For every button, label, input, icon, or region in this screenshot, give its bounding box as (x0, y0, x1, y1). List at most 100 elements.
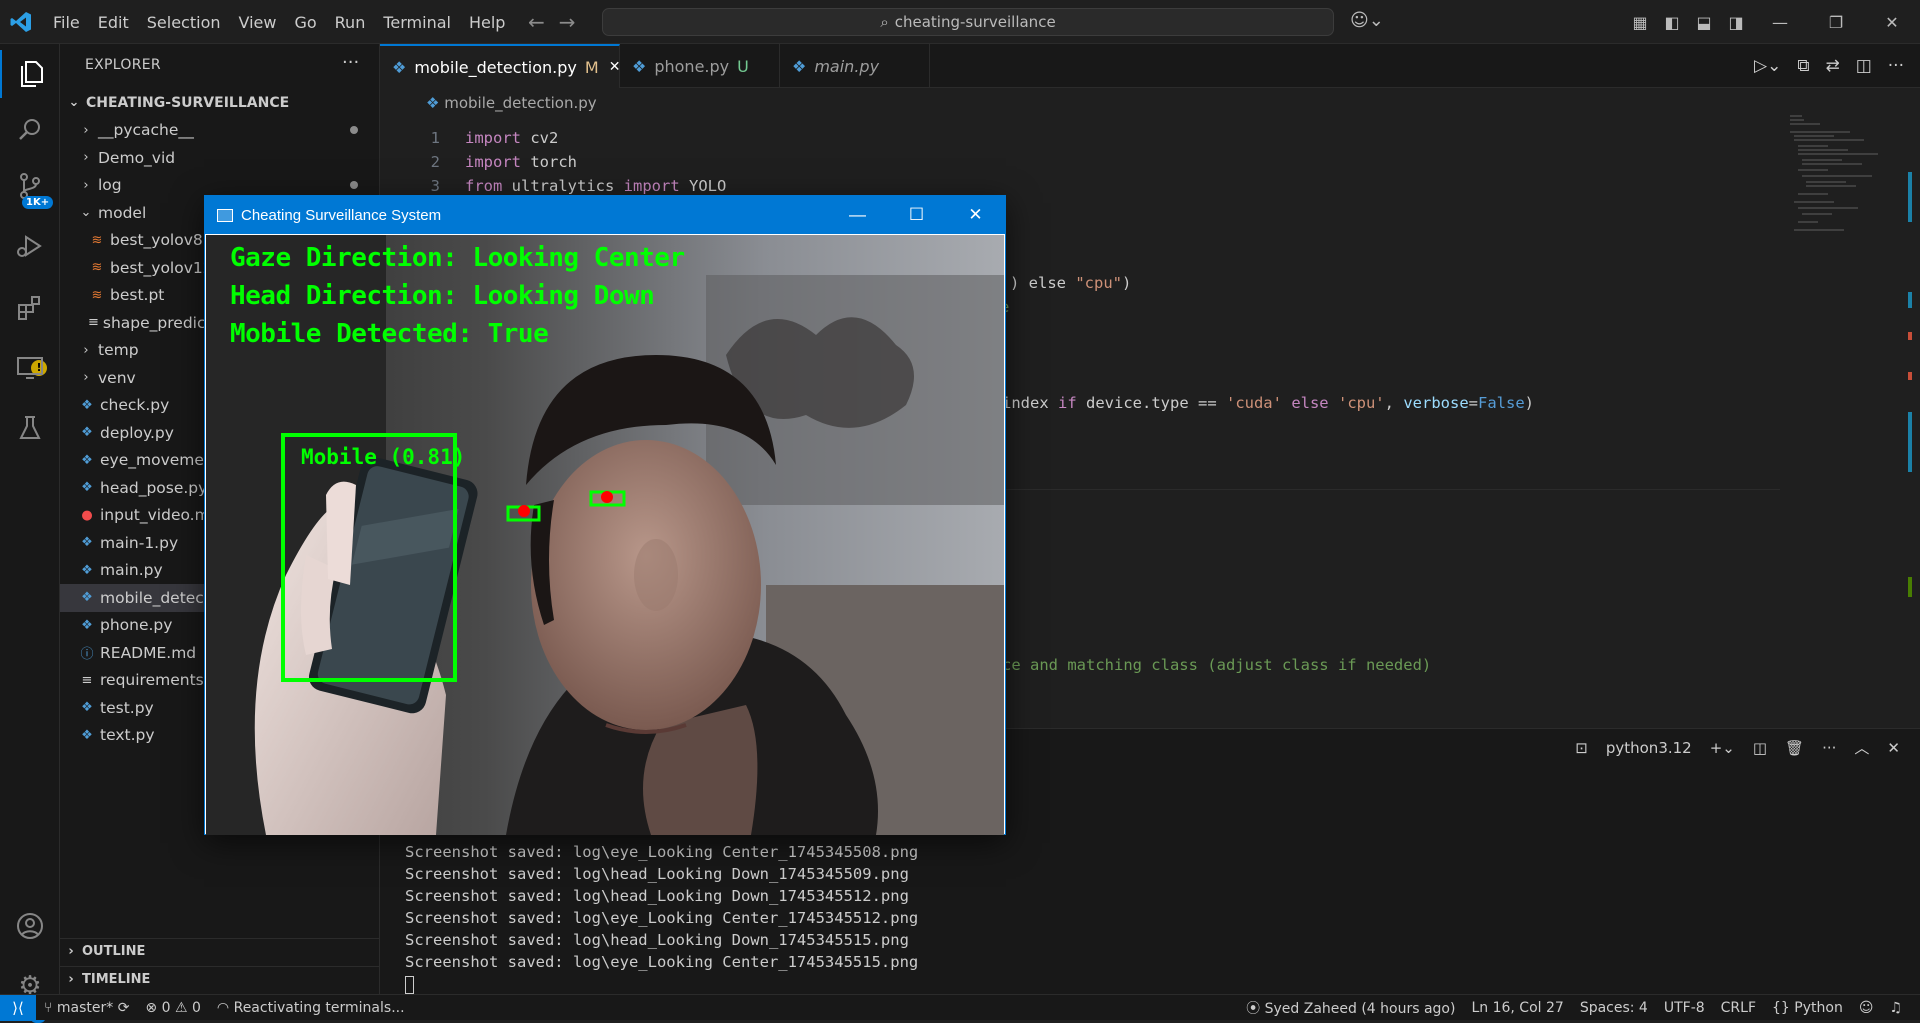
scm-badge: 1K+ (22, 196, 54, 209)
trash-icon[interactable]: 🗑 (1785, 739, 1804, 757)
close-panel-icon[interactable]: ✕ (1887, 739, 1900, 757)
split-editor-icon[interactable]: ◫ (1856, 56, 1872, 76)
mobile-detected-text: Mobile Detected: True (230, 319, 549, 349)
indentation[interactable]: Spaces: 4 (1572, 1000, 1656, 1016)
line-ending[interactable]: CRLF (1713, 1000, 1764, 1016)
terminal-output[interactable]: Screenshot saved: log\eye_Looking Center… (405, 841, 918, 995)
back-arrow-icon[interactable]: ← (528, 10, 545, 34)
explorer-item-label: deploy.py (100, 423, 174, 442)
menu-selection[interactable]: Selection (138, 13, 230, 32)
minimize-icon[interactable]: — (828, 196, 887, 234)
restore-icon[interactable]: ❐ (1808, 13, 1864, 32)
text-file-icon: ≡ (88, 315, 99, 331)
branch-icon: ⑂ (44, 999, 53, 1016)
command-center-search[interactable]: ⌕ cheating-surveillance (602, 8, 1334, 36)
workspace-root[interactable]: ⌄ CHEATING-SURVEILLANCE (60, 89, 380, 117)
terminal-line: Screenshot saved: log\eye_Looking Center… (405, 909, 919, 927)
left-pupil-marker (518, 505, 530, 517)
chevron-down-icon: ⌄ (80, 205, 92, 221)
encoding[interactable]: UTF-8 (1656, 1000, 1713, 1016)
toggle-panel-icon[interactable]: ⬓ (1688, 13, 1720, 32)
python-file-icon: ❖ (81, 452, 93, 468)
tab-phone[interactable]: ❖ phone.py U (620, 44, 780, 88)
menu-view[interactable]: View (230, 13, 286, 32)
menu-go[interactable]: Go (285, 13, 325, 32)
search-view-icon[interactable] (0, 106, 60, 154)
tab-bar: ❖ mobile_detection.py M ✕ ❖ phone.py U ❖… (380, 44, 1920, 88)
extensions-icon[interactable] (0, 284, 60, 332)
git-branch[interactable]: ⑂ master* ⟳ (36, 1000, 137, 1016)
remote-explorer-icon[interactable] (0, 344, 60, 392)
toggle-secondary-sidebar-icon[interactable]: ◨ (1720, 13, 1752, 32)
run-file-icon[interactable]: ▷⌄ (1754, 56, 1781, 76)
cheating-surveillance-window[interactable]: Cheating Surveillance System — ☐ ✕ Gaze … (204, 195, 1006, 835)
customize-layout-icon[interactable]: ▦ (1624, 13, 1656, 32)
modified-dot (350, 126, 358, 135)
search-icon: ⌕ (880, 13, 889, 31)
terminal-shell-name[interactable]: python3.12 (1606, 739, 1692, 757)
run-debug-icon[interactable] (0, 222, 60, 270)
keyword: import (465, 153, 521, 171)
toggle-sidebar-icon[interactable]: ◧ (1656, 13, 1688, 32)
language-mode[interactable]: {} Python (1764, 1000, 1851, 1016)
scroll-marker (1908, 577, 1912, 597)
python-file-icon: ❖ (632, 56, 647, 76)
close-tab-icon[interactable]: ✕ (609, 59, 621, 75)
new-terminal-icon[interactable]: +⌄ (1710, 739, 1735, 757)
explorer-item-label: main.py (100, 561, 163, 580)
code-text: cv2 (521, 129, 559, 147)
compare-icon[interactable]: ⇄ (1825, 56, 1839, 76)
outline-section[interactable]: › OUTLINE (60, 938, 380, 964)
close-icon[interactable]: ✕ (1864, 13, 1920, 32)
cv-window-titlebar[interactable]: Cheating Surveillance System — ☐ ✕ (205, 196, 1005, 234)
breadcrumb[interactable]: ❖ mobile_detection.py (426, 94, 597, 112)
chevron-right-icon: › (83, 342, 89, 358)
menu-terminal[interactable]: Terminal (374, 13, 460, 32)
minimap[interactable] (1780, 112, 1880, 242)
menu-help[interactable]: Help (460, 13, 514, 32)
explorer-item-label: README.md (100, 643, 197, 662)
copilot-status-icon[interactable]: ☺ (1851, 1000, 1882, 1016)
explorer-item[interactable]: › __pycache__ (60, 117, 380, 145)
explorer-item[interactable]: › Demo_vid (60, 144, 380, 172)
notifications-bell-icon[interactable]: ♫ (1881, 1000, 1910, 1016)
tab-mobile-detection[interactable]: ❖ mobile_detection.py M ✕ (380, 44, 620, 88)
status-right: ⦿ Syed Zaheed (4 hours ago) Ln 16, Col 2… (1238, 995, 1910, 1021)
timeline-section[interactable]: › TIMELINE (60, 966, 380, 992)
testing-icon[interactable] (0, 404, 60, 452)
copilot-icon[interactable]: ☺⌄ (1350, 10, 1384, 31)
explorer-icon[interactable] (0, 50, 60, 98)
more-actions-icon[interactable]: ··· (1888, 56, 1904, 76)
terminal-line: Screenshot saved: log\head_Looking Down_… (405, 865, 909, 883)
menu-edit[interactable]: Edit (89, 13, 138, 32)
forward-arrow-icon[interactable]: → (559, 10, 576, 34)
problems-indicator[interactable]: ⊗ 0 ⚠ 0 (137, 1000, 209, 1016)
python-file-icon: ❖ (426, 94, 440, 112)
maximize-panel-icon[interactable]: ︿ (1854, 737, 1869, 758)
close-icon[interactable]: ✕ (946, 196, 1005, 234)
remote-indicator-icon[interactable]: ⟩⟨ (0, 994, 36, 1021)
window-controls: ▦ ◧ ⬓ ◨ — ❐ ✕ (1624, 0, 1920, 44)
menu-run[interactable]: Run (326, 13, 375, 32)
error-count: 0 (161, 999, 171, 1016)
parameter: verbose (1403, 394, 1469, 412)
explorer-item-label: head_pose.py (100, 478, 208, 497)
cursor-position[interactable]: Ln 16, Col 27 (1463, 1000, 1571, 1016)
more-actions-icon[interactable]: ··· (342, 52, 359, 73)
git-blame[interactable]: ⦿ Syed Zaheed (4 hours ago) (1238, 998, 1463, 1018)
menu-file[interactable]: File (44, 13, 89, 32)
tab-main[interactable]: ❖ main.py (780, 44, 930, 88)
chevron-right-icon: › (83, 122, 89, 138)
accounts-icon[interactable] (0, 902, 60, 950)
vertical-scrollbar[interactable] (1906, 112, 1920, 772)
terminal-cursor (405, 975, 414, 994)
constant: False (1478, 394, 1525, 412)
line-number: 2 (430, 153, 440, 171)
more-actions-icon[interactable]: ··· (1822, 739, 1836, 757)
minimize-icon[interactable]: — (1752, 13, 1808, 32)
maximize-icon[interactable]: ☐ (887, 196, 946, 234)
chevron-down-icon: ⌄ (68, 95, 80, 111)
string: 'cuda' (1225, 394, 1282, 412)
open-changes-icon[interactable]: ⧉ (1797, 56, 1809, 76)
split-terminal-icon[interactable]: ◫ (1753, 739, 1767, 757)
